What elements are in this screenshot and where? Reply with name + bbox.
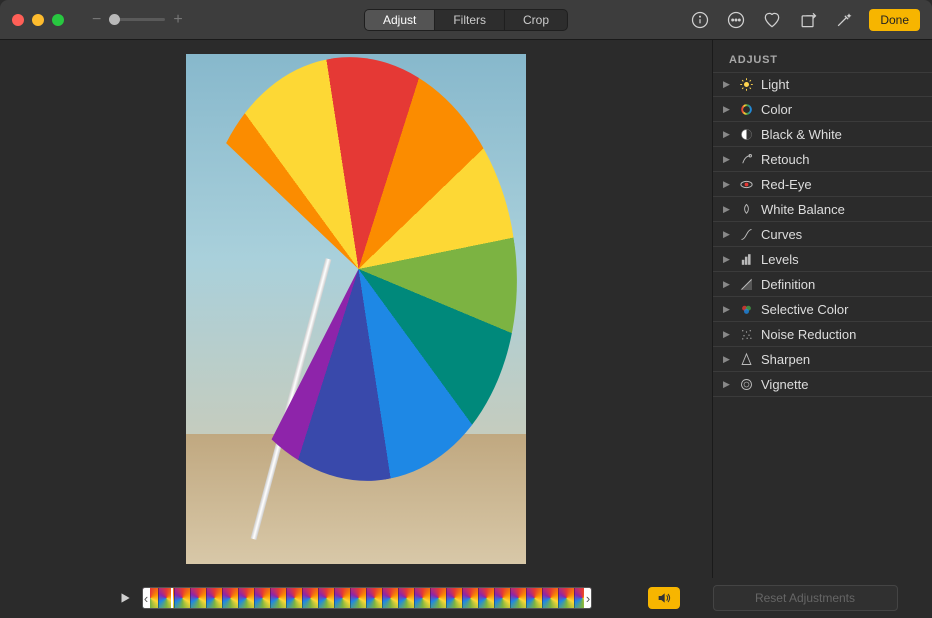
filmstrip-scrubber[interactable]: ‹ ›: [142, 587, 592, 609]
minimize-window-button[interactable]: [32, 14, 44, 26]
zoom-out-icon: −: [92, 11, 101, 29]
adjust-item-label: Retouch: [761, 152, 809, 167]
favorite-icon[interactable]: [761, 9, 783, 31]
reset-adjustments-button[interactable]: Reset Adjustments: [713, 585, 898, 611]
photo-canvas[interactable]: [0, 40, 712, 578]
adjust-item-noise[interactable]: ▶ Noise Reduction: [713, 322, 932, 347]
zoom-slider[interactable]: − +: [92, 11, 183, 29]
adjust-item-label: Light: [761, 77, 789, 92]
redeye-icon: [739, 177, 754, 192]
adjust-item-label: Curves: [761, 227, 802, 242]
sidebar-title: ADJUST: [713, 54, 932, 72]
audio-toggle-button[interactable]: [648, 587, 680, 609]
done-label: Done: [880, 13, 909, 27]
adjust-item-label: Noise Reduction: [761, 327, 856, 342]
adjust-item-sharpen[interactable]: ▶ Sharpen: [713, 347, 932, 372]
chevron-right-icon: ▶: [723, 179, 732, 190]
adjust-item-color[interactable]: ▶ Color: [713, 97, 932, 122]
sharpen-icon: [739, 352, 754, 367]
chevron-right-icon: ▶: [723, 279, 732, 290]
tab-label: Filters: [453, 13, 486, 27]
reset-label: Reset Adjustments: [755, 591, 855, 605]
adjust-item-label: White Balance: [761, 202, 845, 217]
tab-label: Adjust: [383, 13, 416, 27]
tab-adjust[interactable]: Adjust: [365, 10, 435, 30]
chevron-right-icon: ▶: [723, 379, 732, 390]
chevron-right-icon: ▶: [723, 204, 732, 215]
toolbar-right: Done: [689, 9, 920, 31]
adjust-item-vignette[interactable]: ▶ Vignette: [713, 372, 932, 397]
adjust-item-selective[interactable]: ▶ Selective Color: [713, 297, 932, 322]
vignette-icon: [739, 377, 754, 392]
levels-icon: [739, 252, 754, 267]
light-icon: [739, 77, 754, 92]
bw-icon: [739, 127, 754, 142]
adjust-item-label: Red-Eye: [761, 177, 812, 192]
fullscreen-window-button[interactable]: [52, 14, 64, 26]
titlebar: − + Adjust Filters Crop Done: [0, 0, 932, 40]
chevron-right-icon: ▶: [723, 329, 732, 340]
adjust-item-redeye[interactable]: ▶ Red-Eye: [713, 172, 932, 197]
adjust-item-label: Definition: [761, 277, 815, 292]
noise-icon: [739, 327, 754, 342]
bottom-bar: ‹ › Reset Adjustments: [0, 578, 932, 618]
chevron-right-icon: ▶: [723, 304, 732, 315]
chevron-right-icon: ▶: [723, 254, 732, 265]
adjust-item-wb[interactable]: ▶ White Balance: [713, 197, 932, 222]
chevron-right-icon: ▶: [723, 354, 732, 365]
chevron-right-icon: ▶: [723, 154, 732, 165]
selective-icon: [739, 302, 754, 317]
content-area: ADJUST ▶ Light ▶ Color ▶ Black & White ▶ Retouc…: [0, 40, 932, 578]
close-window-button[interactable]: [12, 14, 24, 26]
more-icon[interactable]: [725, 9, 747, 31]
color-icon: [739, 102, 754, 117]
retouch-icon: [739, 152, 754, 167]
tab-filters[interactable]: Filters: [435, 10, 505, 30]
adjust-item-label: Selective Color: [761, 302, 848, 317]
adjust-item-levels[interactable]: ▶ Levels: [713, 247, 932, 272]
adjust-item-light[interactable]: ▶ Light: [713, 72, 932, 97]
adjust-item-bw[interactable]: ▶ Black & White: [713, 122, 932, 147]
adjustments-list: ▶ Light ▶ Color ▶ Black & White ▶ Retouch ▶ Red-E…: [713, 72, 932, 578]
adjust-item-label: Color: [761, 102, 792, 117]
curves-icon: [739, 227, 754, 242]
zoom-in-icon: +: [173, 11, 182, 29]
adjust-item-curves[interactable]: ▶ Curves: [713, 222, 932, 247]
chevron-right-icon: ▶: [723, 79, 732, 90]
tab-label: Crop: [523, 13, 549, 27]
tab-crop[interactable]: Crop: [505, 10, 567, 30]
play-button[interactable]: [114, 587, 136, 609]
adjust-item-label: Vignette: [761, 377, 808, 392]
chevron-right-icon: ▶: [723, 229, 732, 240]
chevron-right-icon: ▶: [723, 129, 732, 140]
trim-end-handle[interactable]: ›: [584, 587, 592, 609]
adjust-item-label: Black & White: [761, 127, 842, 142]
auto-enhance-icon[interactable]: [833, 9, 855, 31]
chevron-right-icon: ▶: [723, 104, 732, 115]
edit-mode-tabs: Adjust Filters Crop: [364, 9, 568, 31]
window-controls: [12, 14, 64, 26]
reset-area: Reset Adjustments: [700, 585, 920, 611]
adjust-item-label: Sharpen: [761, 352, 810, 367]
adjust-item-retouch[interactable]: ▶ Retouch: [713, 147, 932, 172]
zoom-knob[interactable]: [109, 14, 120, 25]
adjust-sidebar: ADJUST ▶ Light ▶ Color ▶ Black & White ▶ Retouc…: [712, 40, 932, 578]
video-controls: ‹ ›: [12, 587, 700, 609]
photo-preview: [186, 54, 526, 564]
zoom-track[interactable]: [109, 18, 165, 21]
rotate-icon[interactable]: [797, 9, 819, 31]
trim-start-handle[interactable]: ‹: [142, 587, 150, 609]
adjust-item-label: Levels: [761, 252, 799, 267]
adjust-item-definition[interactable]: ▶ Definition: [713, 272, 932, 297]
info-icon[interactable]: [689, 9, 711, 31]
playhead[interactable]: [171, 587, 173, 609]
wb-icon: [739, 202, 754, 217]
done-button[interactable]: Done: [869, 9, 920, 31]
definition-icon: [739, 277, 754, 292]
